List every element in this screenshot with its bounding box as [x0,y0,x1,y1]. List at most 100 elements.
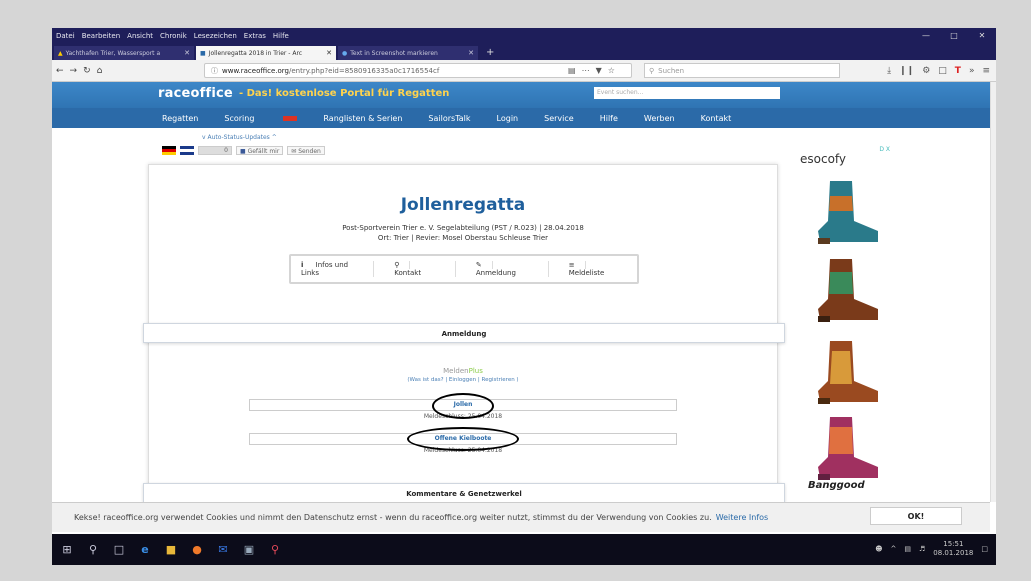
meldenplus-logo[interactable]: MeldenPlus [149,367,777,375]
maximize-icon[interactable]: □ [940,28,968,44]
back-icon[interactable]: ← [56,66,64,76]
nav-sailorstalk[interactable]: SailorsTalk [428,114,470,123]
tab-text-markieren[interactable]: ● Text in Screenshot markieren ✕ [338,46,478,60]
system-tray: ☻ ^ ▤ ♬ 15:51 08.01.2018 □ [875,540,988,558]
tab-close-icon[interactable]: ✕ [468,49,474,57]
flag-de-icon[interactable] [162,146,176,155]
web-page: raceoffice - Das! kostenlose Portal für … [52,82,990,502]
task-view-icon[interactable]: □ [108,539,130,561]
nav-ranglisten[interactable]: Ranglisten & Serien [323,114,402,123]
screenshot-tool-icon[interactable]: ▣ [238,539,260,561]
nav-kontakt[interactable]: Kontakt [701,114,732,123]
more-icon[interactable]: ⋯ [582,66,590,75]
ad-banggood-logo: Banggood [808,480,865,491]
tab-jollenregatta[interactable]: ■ Jollenregatta 2018 in Trier - Arc ✕ [196,46,336,60]
home-icon[interactable]: ⌂ [97,66,103,76]
tab-meldeliste[interactable]: ≡ Meldeliste [549,261,637,277]
nav-service[interactable]: Service [544,114,574,123]
menu-extras[interactable]: Extras [244,32,266,40]
sidebar-icon[interactable]: □ [938,66,947,76]
tab-anmeldung[interactable]: ✎ Anmeldung [456,261,549,277]
annotation-circle [432,393,494,419]
addon-t-icon[interactable]: T [955,66,961,76]
library-icon[interactable]: ❙❙ [899,66,914,76]
info-icon[interactable]: ⓘ [211,66,218,76]
nav-hilfe[interactable]: Hilfe [600,114,618,123]
download-icon[interactable]: ⤓ [887,66,891,76]
site-logo[interactable]: raceoffice [158,86,233,101]
send-button[interactable]: ✉ Senden [287,146,325,155]
tab-bar: ▲ Yachthafen Trier, Wassersport a ✕ ■ Jo… [52,44,996,60]
cookie-ok-button[interactable]: OK! [870,507,962,525]
auto-status-toggle[interactable]: v Auto-Status-Updates ^ [202,134,277,141]
firefox-icon[interactable]: ● [186,539,208,561]
menu-hilfe[interactable]: Hilfe [273,32,289,40]
pin-icon: ⚲ [384,261,411,269]
browser-window: Datei Bearbeiten Ansicht Chronik Lesezei… [52,28,996,565]
flag-uk-icon[interactable] [180,146,194,155]
tab-yachthafen[interactable]: ▲ Yachthafen Trier, Wassersport a ✕ [54,46,194,60]
network-icon[interactable]: ▤ [904,545,911,553]
people-icon[interactable]: ☻ [875,545,882,553]
notification-icon[interactable]: □ [981,545,988,553]
event-location: Ort: Trier | Revier: Mosel Oberstau Schl… [377,234,549,242]
site-header: raceoffice - Das! kostenlose Portal für … [52,82,990,108]
pocket-icon[interactable]: ▼ [596,66,602,75]
edge-icon[interactable]: e [134,539,156,561]
nav-regatten[interactable]: Regatten [162,114,198,123]
windows-start-icon[interactable]: ⊞ [56,539,78,561]
search-icon[interactable]: ⚲ [82,539,104,561]
hamburger-menu-icon[interactable]: ≡ [982,66,990,76]
menu-datei[interactable]: Datei [56,32,75,40]
maps-icon[interactable]: ⚲ [264,539,286,561]
browser-search[interactable]: ⚲ Suchen [644,63,840,78]
cookie-more-link[interactable]: Weitere Infos [716,513,769,522]
facebook-icon: ■ [240,148,246,155]
clock-time: 15:51 [943,540,964,548]
nav-login[interactable]: Login [497,114,519,123]
overflow-icon[interactable]: » [969,66,975,76]
like-button[interactable]: ■ Gefällt mir [236,146,284,155]
tab-close-icon[interactable]: ✕ [326,49,332,57]
minimize-icon[interactable]: — [912,28,940,44]
new-tab-icon[interactable]: + [480,46,500,60]
extension-icon[interactable]: ⚙ [922,66,930,76]
favicon-icon: ■ [200,49,206,57]
nav-scoring[interactable]: Scoring [224,114,298,123]
menu-bearbeiten[interactable]: Bearbeiten [82,32,120,40]
bookmark-star-icon[interactable]: ☆ [608,66,615,75]
tab-close-icon[interactable]: ✕ [184,49,190,57]
social-bar: 0 ■ Gefällt mir ✉ Senden [162,146,325,155]
tab-kontakt[interactable]: ⚲ Kontakt [374,261,456,277]
counter-toggle[interactable]: 0 [198,146,232,155]
tab-label: Text in Screenshot markieren [350,49,438,57]
boot-image [818,417,878,480]
anmeldung-header: Anmeldung [143,323,785,343]
menu-chronik[interactable]: Chronik [160,32,187,40]
volume-icon[interactable]: ♬ [919,545,925,553]
tab-infos[interactable]: i Infos und Links [291,261,375,277]
close-icon[interactable]: ✕ [968,28,996,44]
clock[interactable]: 15:51 08.01.2018 [933,540,973,558]
cookie-text: Kekse! raceoffice.org verwendet Cookies … [74,513,712,522]
ad-banner[interactable]: D X esocofy Banggood [796,146,892,502]
reload-icon[interactable]: ↻ [83,66,91,76]
clock-date: 08.01.2018 [933,549,974,557]
mail-icon[interactable]: ✉ [212,539,234,561]
reader-icon[interactable]: ▤ [568,66,576,75]
site-tagline: - Das! kostenlose Portal für Regatten [239,88,450,99]
meldenplus-links[interactable]: (Was ist das? | Einloggen | Registrieren… [149,377,777,383]
page-scrollbar[interactable] [990,82,996,502]
event-card: Jollenregatta Post-Sportverein Trier e. … [143,164,785,502]
forward-icon[interactable]: → [70,66,78,76]
tray-arrow-icon[interactable]: ^ [891,545,897,553]
menu-lesezeichen[interactable]: Lesezeichen [194,32,237,40]
file-explorer-icon[interactable]: ■ [160,539,182,561]
menu-ansicht[interactable]: Ansicht [127,32,153,40]
windows-taskbar: ⊞ ⚲ □ e ■ ● ✉ ▣ ⚲ ☻ ^ ▤ ♬ 15:51 08.01.20… [52,534,996,565]
window-controls: — □ ✕ [912,28,996,44]
ad-close-icon[interactable]: D X [879,146,890,153]
favicon-icon: ● [342,49,348,57]
nav-werben[interactable]: Werben [644,114,675,123]
event-search-input[interactable]: Event suchen... [594,87,780,99]
